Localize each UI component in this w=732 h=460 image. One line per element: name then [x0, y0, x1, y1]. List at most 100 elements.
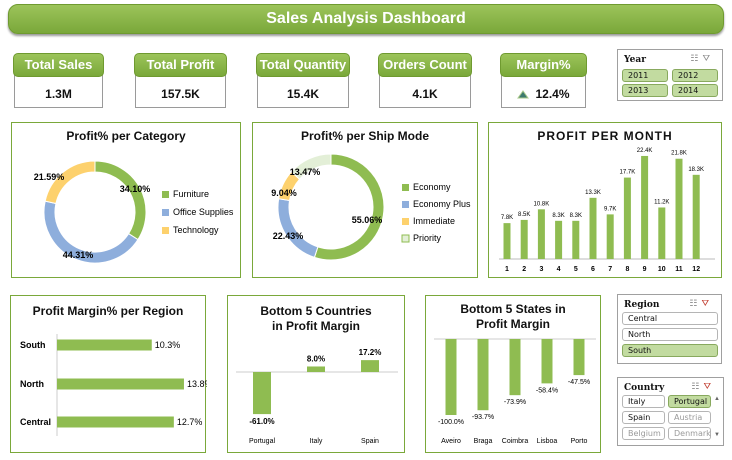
- bar: [537, 209, 545, 259]
- triangle-up-icon: [517, 90, 530, 99]
- bar: [589, 197, 597, 259]
- scroll-down-icon[interactable]: ▼: [714, 431, 722, 439]
- tick-label: 9: [643, 266, 647, 273]
- slicer-item-spain[interactable]: Spain: [622, 411, 665, 424]
- bar: [477, 339, 489, 411]
- year-slicer: Year ☷⛛ 2011 2012 2013 2014: [617, 49, 723, 101]
- slicer-item-austria[interactable]: Austria: [668, 411, 711, 424]
- tick-label: Coimbra: [502, 438, 529, 445]
- data-label: -100.0%: [438, 419, 464, 426]
- legend-label: Furniture: [173, 189, 209, 199]
- tick-label: 4: [557, 266, 561, 273]
- tick-label: 10: [658, 266, 666, 273]
- data-label: 10.8K: [534, 201, 550, 207]
- slicer-item-denmark[interactable]: Denmark: [668, 427, 711, 440]
- donut-slice: [44, 160, 96, 205]
- slicer-item-2013[interactable]: 2013: [622, 84, 668, 97]
- data-label: 22.4K: [637, 148, 653, 154]
- slicer-scrollbar[interactable]: ▲ ▼: [714, 395, 722, 441]
- shipmode-donut-panel: Profit% per Ship Mode 55.06% 22.43% 9.04% 1…: [252, 122, 478, 278]
- bar: [253, 372, 271, 415]
- slicer-item-south[interactable]: South: [622, 344, 718, 357]
- data-label: -93.7%: [472, 414, 494, 421]
- tick-label: Spain: [361, 438, 379, 445]
- tick-label: 3: [539, 266, 543, 273]
- kpi-total-sales: Total Sales 1.3M: [13, 53, 104, 108]
- data-label: 7.8K: [501, 215, 513, 221]
- legend-swatch: [162, 191, 169, 198]
- dashboard-title: Sales Analysis Dashboard: [8, 4, 724, 34]
- slicer-item-portugal[interactable]: Portugal: [668, 395, 711, 408]
- tick-label: 12: [692, 266, 700, 273]
- clear-filter-icon[interactable]: ⛛: [703, 381, 715, 391]
- legend-label: Priority: [413, 233, 442, 243]
- bar: [503, 223, 511, 259]
- kpi-label: Total Sales: [13, 53, 104, 77]
- slicer-item-north[interactable]: North: [622, 328, 718, 341]
- legend-label: Economy Plus: [413, 199, 471, 209]
- legend-swatch: [401, 234, 410, 243]
- donut-slice: [94, 160, 147, 241]
- bar: [307, 366, 325, 372]
- slicer-item-2014[interactable]: 2014: [672, 84, 718, 97]
- multi-select-icon[interactable]: ☷: [691, 381, 703, 391]
- clear-filter-icon[interactable]: ⛛: [701, 298, 713, 308]
- bar: [57, 378, 184, 390]
- bar: [658, 207, 666, 259]
- multi-select-icon[interactable]: ☷: [689, 298, 701, 308]
- data-label: 12.7%: [177, 417, 203, 427]
- data-label: 44.31%: [63, 250, 94, 260]
- kpi-total-quantity: Total Quantity 15.4K: [256, 53, 350, 108]
- slicer-item-central[interactable]: Central: [622, 312, 718, 325]
- bar: [606, 214, 614, 259]
- slicer-item-italy[interactable]: Italy: [622, 395, 665, 408]
- category-donut-chart: 34.10% 44.31% 21.59% Furniture Office Suppli…: [34, 160, 234, 264]
- tick-label: 1: [505, 266, 509, 273]
- bar: [623, 177, 631, 259]
- multi-select-icon[interactable]: ☷: [690, 53, 702, 63]
- shipmode-donut-chart: 55.06% 22.43% 9.04% 13.47% Economy Economy Pl…: [271, 153, 471, 261]
- data-label: -58.4%: [536, 387, 558, 394]
- slicer-item-2012[interactable]: 2012: [672, 69, 718, 82]
- states-bar-panel: Bottom 5 States in Profit Margin -100.0%…: [425, 295, 601, 453]
- data-label: 21.8K: [671, 151, 687, 157]
- country-slicer: Country ☷⛛ Italy Portugal Spain Austria …: [617, 377, 724, 446]
- bar: [675, 158, 683, 259]
- slicer-item-belgium[interactable]: Belgium: [622, 427, 665, 440]
- scroll-up-icon[interactable]: ▲: [714, 395, 722, 403]
- data-label: 13.47%: [290, 167, 321, 177]
- tick-label: North: [20, 379, 44, 389]
- kpi-label: Total Quantity: [256, 53, 350, 77]
- clear-filter-icon[interactable]: ⛛: [702, 53, 714, 63]
- data-label: 8.5K: [518, 212, 530, 218]
- region-bar-panel: Profit Margin% per Region South 10.3% Nort…: [10, 295, 207, 453]
- slicer-item-2011[interactable]: 2011: [622, 69, 668, 82]
- data-label: -73.9%: [504, 399, 526, 406]
- bar: [641, 155, 649, 259]
- tick-label: 5: [574, 266, 578, 273]
- data-label: 8.0%: [307, 354, 325, 363]
- data-label: 13.8%: [187, 379, 207, 389]
- month-bar-panel: PROFIT PER MONTH 7.8K 1 8.5K 2 10.8K 3 8.3K 4 8.…: [488, 122, 722, 278]
- kpi-value: 4.1K: [412, 87, 438, 101]
- data-label: 8.3K: [552, 213, 564, 219]
- bar: [57, 339, 152, 351]
- tick-label: Portugal: [249, 438, 276, 445]
- tick-label: Braga: [474, 438, 493, 445]
- tick-label: 8: [625, 266, 629, 273]
- states-bar-chart: -100.0% Aveiro -93.7% Braga -73.9% Coimbra -58…: [434, 338, 596, 445]
- kpi-orders-count: Orders Count 4.1K: [378, 53, 472, 108]
- legend-swatch: [162, 227, 169, 234]
- tick-label: 11: [675, 266, 683, 273]
- legend-swatch: [162, 209, 169, 216]
- tick-label: Porto: [571, 438, 588, 445]
- tick-label: Lisboa: [537, 438, 558, 445]
- legend-label: Office Supplies: [173, 207, 234, 217]
- category-donut-panel: Profit% per Category 34.10% 44.31% 21.59% F…: [11, 122, 241, 278]
- bar: [692, 174, 700, 259]
- bar: [57, 416, 174, 428]
- countries-bar-chart: -61.0% Portugal 8.0% Italy 17.2% Spain: [236, 348, 398, 445]
- bar: [445, 339, 457, 415]
- legend-swatch: [402, 184, 409, 191]
- data-label: 22.43%: [273, 231, 304, 241]
